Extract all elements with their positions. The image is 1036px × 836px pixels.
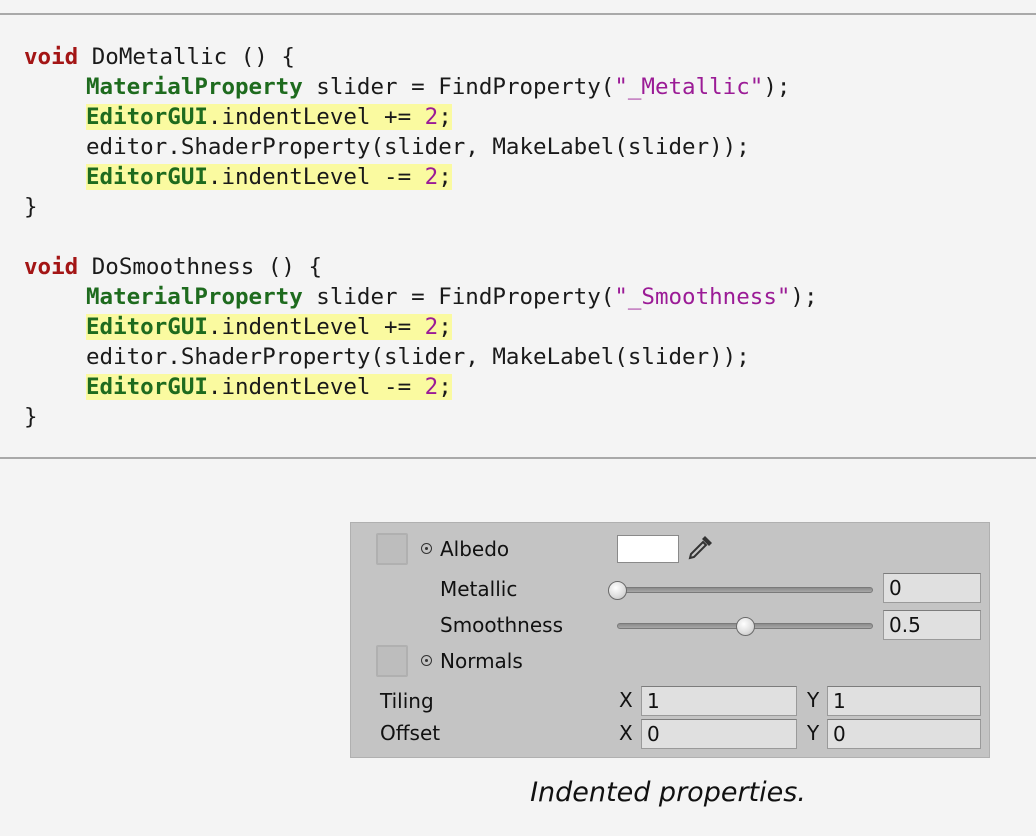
figure-caption: Indented properties. xyxy=(530,777,806,808)
tiling-y-field[interactable]: 1 xyxy=(827,686,981,716)
divider-top xyxy=(0,13,1036,15)
code-token: MaterialProperty xyxy=(86,74,303,100)
metallic-label: Metallic xyxy=(440,577,518,601)
code-token: slider = FindProperty( xyxy=(302,74,615,100)
albedo-picker-icon[interactable] xyxy=(421,543,432,554)
offset-y-label: Y xyxy=(807,721,820,745)
offset-x-label: X xyxy=(619,721,633,745)
code-token: ); xyxy=(790,284,818,310)
code-token: 2 xyxy=(424,374,439,400)
code-token: editor.ShaderProperty(slider, MakeLabel(… xyxy=(86,344,750,370)
albedo-color-swatch[interactable] xyxy=(617,535,679,563)
code-line: void DoMetallic () { xyxy=(24,42,818,72)
code-line: EditorGUI.indentLevel += 2; xyxy=(24,312,818,342)
code-token: EditorGUI xyxy=(86,104,208,130)
code-token: void xyxy=(24,44,79,70)
code-line: EditorGUI.indentLevel += 2; xyxy=(24,102,818,132)
code-line: MaterialProperty slider = FindProperty("… xyxy=(24,72,818,102)
code-token: } xyxy=(24,404,38,430)
code-line: } xyxy=(24,192,818,222)
normals-label: Normals xyxy=(440,649,523,673)
code-token: .indentLevel -= xyxy=(207,164,425,190)
metallic-slider-track[interactable] xyxy=(617,587,873,593)
offset-y-field[interactable]: 0 xyxy=(827,719,981,749)
smoothness-slider-knob[interactable] xyxy=(736,617,755,636)
tiling-x-label: X xyxy=(619,688,633,712)
code-token: MaterialProperty xyxy=(86,284,303,310)
code-line: editor.ShaderProperty(slider, MakeLabel(… xyxy=(24,342,818,372)
code-token: DoSmoothness () { xyxy=(78,254,323,280)
code-token: ; xyxy=(438,164,452,190)
code-token: 2 xyxy=(424,164,439,190)
albedo-texture-slot[interactable] xyxy=(376,533,408,565)
code-token: ; xyxy=(438,314,452,340)
code-token: ; xyxy=(438,374,452,400)
normals-picker-icon[interactable] xyxy=(421,655,432,666)
albedo-label: Albedo xyxy=(440,537,510,561)
code-token: ); xyxy=(763,74,791,100)
normals-texture-slot[interactable] xyxy=(376,645,408,677)
divider-middle xyxy=(0,457,1036,459)
code-token: 2 xyxy=(424,314,439,340)
tiling-x-field[interactable]: 1 xyxy=(641,686,797,716)
code-line: editor.ShaderProperty(slider, MakeLabel(… xyxy=(24,132,818,162)
code-token: .indentLevel += xyxy=(207,104,425,130)
code-token: slider = FindProperty( xyxy=(302,284,615,310)
code-line: EditorGUI.indentLevel -= 2; xyxy=(24,372,818,402)
tiling-label: Tiling xyxy=(380,689,434,713)
tiling-y-label: Y xyxy=(807,688,820,712)
code-token: .indentLevel -= xyxy=(207,374,425,400)
code-token: } xyxy=(24,194,38,220)
code-token: editor.ShaderProperty(slider, MakeLabel(… xyxy=(86,134,750,160)
code-token: DoMetallic () { xyxy=(78,44,295,70)
eyedropper-icon[interactable] xyxy=(685,533,715,563)
code-token: EditorGUI xyxy=(86,314,208,340)
material-inspector-panel: Albedo Metallic 0 Smoothness 0.5 Normals… xyxy=(350,522,990,758)
code-line: void DoSmoothness () { xyxy=(24,252,818,282)
code-line: } xyxy=(24,402,818,432)
code-block: void DoMetallic () {MaterialProperty sli… xyxy=(24,42,818,432)
code-token: EditorGUI xyxy=(86,374,208,400)
code-token: 2 xyxy=(424,104,439,130)
code-token: void xyxy=(24,254,79,280)
offset-label: Offset xyxy=(380,721,441,745)
code-token: EditorGUI xyxy=(86,164,208,190)
code-token: "_Smoothness" xyxy=(614,284,791,310)
code-line: MaterialProperty slider = FindProperty("… xyxy=(24,282,818,312)
smoothness-value-field[interactable]: 0.5 xyxy=(883,610,981,640)
code-token: "_Metallic" xyxy=(614,74,764,100)
smoothness-label: Smoothness xyxy=(440,613,563,637)
metallic-value-field[interactable]: 0 xyxy=(883,573,981,603)
offset-x-field[interactable]: 0 xyxy=(641,719,797,749)
metallic-slider-knob[interactable] xyxy=(608,581,627,600)
code-token: ; xyxy=(438,104,452,130)
code-token: .indentLevel += xyxy=(207,314,425,340)
code-line: EditorGUI.indentLevel -= 2; xyxy=(24,162,818,192)
